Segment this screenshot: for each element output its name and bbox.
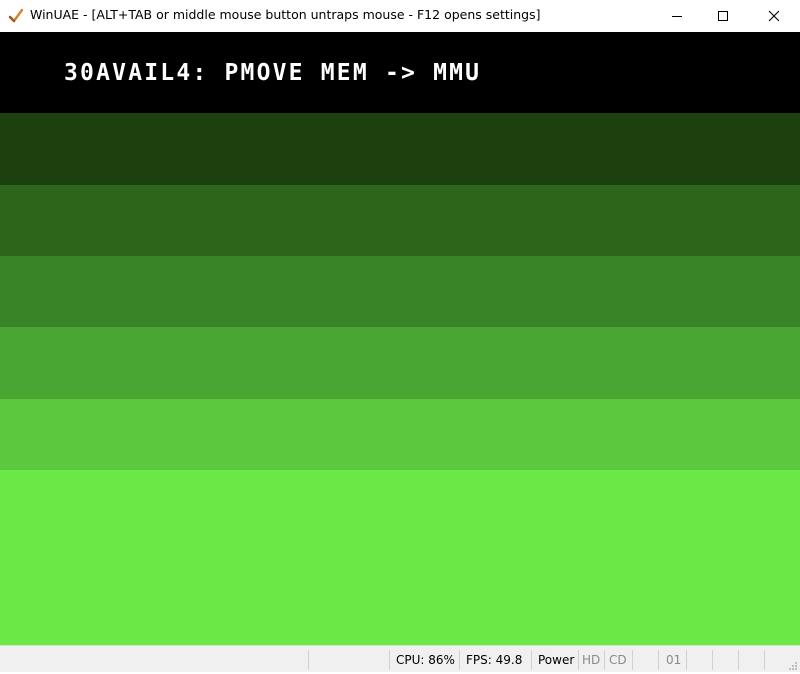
maximize-button[interactable] bbox=[700, 0, 746, 32]
status-cell-blank bbox=[764, 650, 790, 670]
maximize-icon bbox=[717, 10, 729, 22]
status-cell-blank bbox=[632, 650, 658, 670]
window-title: WinUAE - [ALT+TAB or middle mouse button… bbox=[30, 7, 541, 22]
cpu-usage: CPU: 86% bbox=[389, 650, 459, 670]
status-cell-blank bbox=[738, 650, 764, 670]
color-band bbox=[0, 113, 800, 185]
close-button[interactable] bbox=[751, 0, 797, 32]
color-band bbox=[0, 185, 800, 256]
status-bar: CPU: 86% FPS: 49.8 Power HD CD 01 bbox=[0, 645, 800, 672]
status-cell-blank bbox=[686, 650, 712, 670]
minimize-button[interactable] bbox=[654, 0, 700, 32]
color-band bbox=[0, 256, 800, 327]
emulator-screen[interactable]: 30AVAIL4: PMOVE MEM -> MMU bbox=[0, 32, 800, 645]
status-cell-blank bbox=[712, 650, 738, 670]
status-cell-blank bbox=[308, 650, 390, 670]
color-band bbox=[0, 327, 800, 399]
hd-led: HD bbox=[578, 650, 604, 670]
close-icon bbox=[768, 10, 780, 22]
cd-led: CD bbox=[604, 650, 632, 670]
winuae-checkmark-icon[interactable] bbox=[8, 8, 24, 24]
minimize-icon bbox=[671, 10, 683, 22]
drive-led-df0: 01 bbox=[658, 650, 686, 670]
color-band bbox=[0, 399, 800, 470]
resize-grip-icon[interactable] bbox=[788, 660, 798, 670]
screen-message: 30AVAIL4: PMOVE MEM -> MMU bbox=[64, 60, 482, 86]
color-band bbox=[0, 470, 800, 645]
power-led: Power bbox=[531, 650, 578, 670]
title-bar: WinUAE - [ALT+TAB or middle mouse button… bbox=[0, 0, 800, 32]
fps-readout: FPS: 49.8 bbox=[459, 650, 531, 670]
